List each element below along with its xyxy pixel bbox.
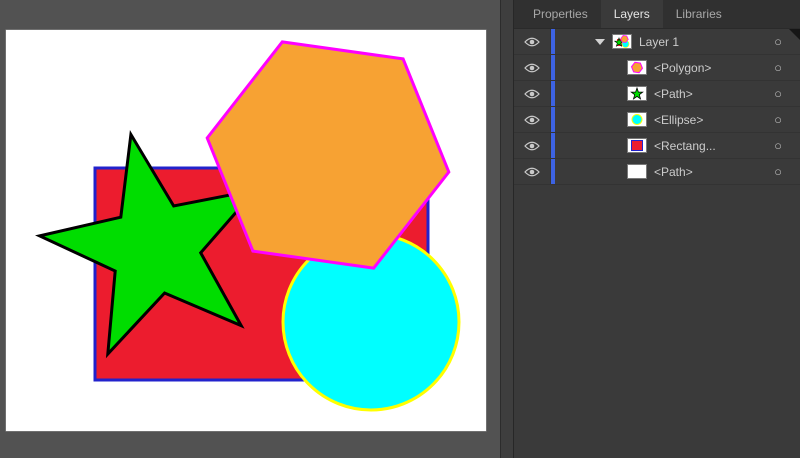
expand-chevron-icon[interactable] (595, 39, 605, 45)
eye-icon (524, 167, 540, 177)
tab-label: Properties (533, 7, 588, 21)
panel-tab-bar: Properties Layers Libraries (514, 0, 800, 29)
row-content: <Path> ○ (555, 81, 800, 106)
layer-label: <Rectang... (654, 139, 716, 153)
target-circle-icon[interactable]: ○ (774, 165, 782, 178)
layers-panel: Properties Layers Libraries Layer 1 ○ (513, 0, 800, 458)
panel-corner-notch-icon (789, 29, 800, 40)
layer-row-1[interactable]: <Polygon> ○ (514, 55, 800, 81)
layers-list: Layer 1 ○ <Polygon> ○ <Path> (514, 29, 800, 458)
tab-label: Layers (614, 7, 650, 21)
layer-row-0[interactable]: Layer 1 ○ (514, 29, 800, 55)
visibility-toggle[interactable] (514, 55, 551, 80)
row-content: <Polygon> ○ (555, 55, 800, 80)
visibility-toggle[interactable] (514, 29, 551, 54)
eye-icon (524, 37, 540, 47)
layer-row-4[interactable]: <Rectang... ○ (514, 133, 800, 159)
layer-thumbnail[interactable] (612, 34, 632, 49)
layer-label: <Path> (654, 87, 693, 101)
layer-label: <Polygon> (654, 61, 711, 75)
layer-thumbnail[interactable] (627, 164, 647, 179)
target-circle-icon[interactable]: ○ (774, 87, 782, 100)
layer-row-2[interactable]: <Path> ○ (514, 81, 800, 107)
target-circle-icon[interactable]: ○ (774, 113, 782, 126)
eye-icon (524, 141, 540, 151)
visibility-toggle[interactable] (514, 81, 551, 106)
panel-tab-properties[interactable]: Properties (520, 0, 601, 28)
layer-label: Layer 1 (639, 35, 679, 49)
eye-icon (524, 63, 540, 73)
vertical-scrollbar[interactable] (500, 0, 513, 458)
layer-row-5[interactable]: <Path> ○ (514, 159, 800, 185)
panel-tab-layers[interactable]: Layers (601, 0, 663, 28)
row-content: <Ellipse> ○ (555, 107, 800, 132)
row-content: <Rectang... ○ (555, 133, 800, 158)
artboard-canvas-area[interactable] (0, 0, 513, 458)
layer-thumbnail[interactable] (627, 60, 647, 75)
layer-thumbnail[interactable] (627, 112, 647, 127)
layer-thumbnail[interactable] (627, 86, 647, 101)
eye-icon (524, 89, 540, 99)
visibility-toggle[interactable] (514, 107, 551, 132)
application-window: Properties Layers Libraries Layer 1 ○ (0, 0, 800, 458)
artwork-svg[interactable] (0, 0, 513, 458)
target-circle-icon[interactable]: ○ (774, 35, 782, 48)
panel-tab-libraries[interactable]: Libraries (663, 0, 735, 28)
layer-row-3[interactable]: <Ellipse> ○ (514, 107, 800, 133)
target-circle-icon[interactable]: ○ (774, 139, 782, 152)
layer-label: <Path> (654, 165, 693, 179)
tab-label: Libraries (676, 7, 722, 21)
layer-thumbnail[interactable] (627, 138, 647, 153)
visibility-toggle[interactable] (514, 159, 551, 184)
eye-icon (524, 115, 540, 125)
row-content: <Path> ○ (555, 159, 800, 184)
target-circle-icon[interactable]: ○ (774, 61, 782, 74)
visibility-toggle[interactable] (514, 133, 551, 158)
layer-label: <Ellipse> (654, 113, 703, 127)
row-content: Layer 1 ○ (555, 29, 800, 54)
